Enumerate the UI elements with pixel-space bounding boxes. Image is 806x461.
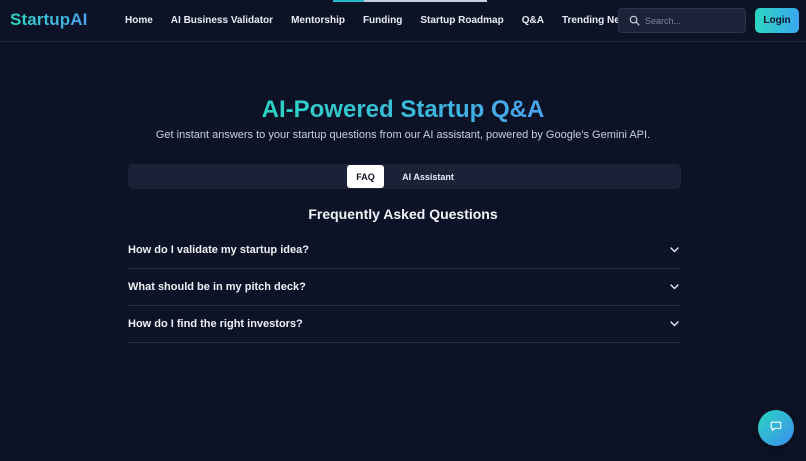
chat-icon <box>770 419 782 437</box>
nav-item-funding[interactable]: Funding <box>363 15 402 26</box>
faq-question: What should be in my pitch deck? <box>128 281 306 293</box>
faq-question: How do I find the right investors? <box>128 318 303 330</box>
nav-item-mentorship[interactable]: Mentorship <box>291 15 345 26</box>
chevron-down-icon <box>669 319 679 329</box>
brand-logo[interactable]: StartupAI <box>10 10 87 30</box>
tab-faq[interactable]: FAQ <box>347 165 384 188</box>
faq-item[interactable]: How do I validate my startup idea? <box>128 232 681 269</box>
top-navbar: StartupAI Home AI Business Validator Men… <box>0 0 806 42</box>
chat-button[interactable] <box>758 410 794 446</box>
search-box[interactable] <box>618 8 746 33</box>
nav-item-startup-roadmap[interactable]: Startup Roadmap <box>420 15 503 26</box>
main-nav: Home AI Business Validator Mentorship Fu… <box>125 15 651 26</box>
nav-item-home[interactable]: Home <box>125 15 153 26</box>
faq-section-title: Frequently Asked Questions <box>308 206 498 222</box>
nav-item-ai-business-validator[interactable]: AI Business Validator <box>171 15 273 26</box>
search-icon <box>623 10 645 32</box>
nav-item-qa[interactable]: Q&A <box>522 15 544 26</box>
login-button[interactable]: Login <box>755 8 799 33</box>
page-progress-bar <box>333 0 487 2</box>
page: StartupAI Home AI Business Validator Men… <box>0 0 806 461</box>
chevron-down-icon <box>669 282 679 292</box>
page-title: AI-Powered Startup Q&A <box>0 96 806 124</box>
page-progress-fill <box>333 0 364 2</box>
faq-list: How do I validate my startup idea? What … <box>128 232 681 343</box>
faq-item[interactable]: What should be in my pitch deck? <box>128 269 681 306</box>
page-title-text: AI-Powered Startup Q&A <box>261 96 545 123</box>
tab-ai-assistant[interactable]: AI Assistant <box>394 165 462 188</box>
faq-item[interactable]: How do I find the right investors? <box>128 306 681 343</box>
faq-question: How do I validate my startup idea? <box>128 244 309 256</box>
search-input[interactable] <box>645 15 741 26</box>
page-subtitle: Get instant answers to your startup ques… <box>155 129 651 141</box>
qa-tabs: FAQ AI Assistant <box>128 164 681 189</box>
chevron-down-icon <box>669 245 679 255</box>
